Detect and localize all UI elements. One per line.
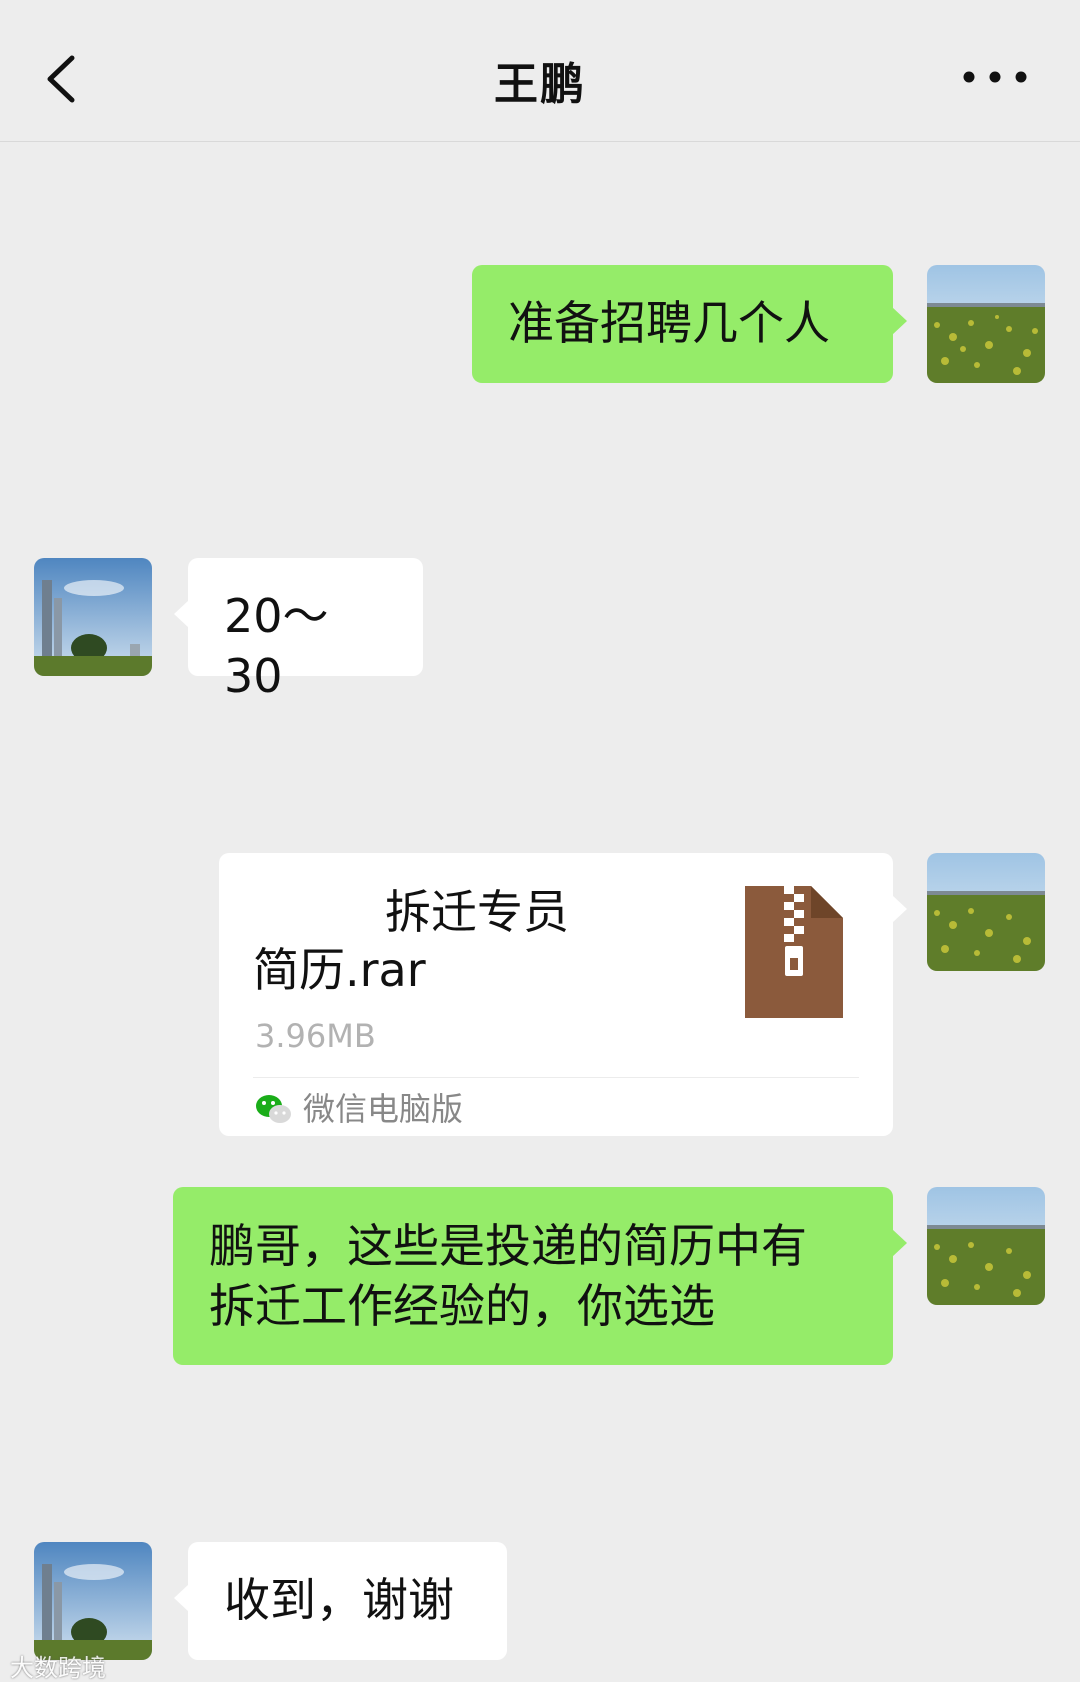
watermark: 大数跨境 (10, 1648, 106, 1682)
contact-avatar[interactable] (34, 558, 152, 676)
field-avatar-image (927, 853, 1045, 971)
my-avatar[interactable] (927, 1187, 1045, 1305)
field-avatar-image (927, 1187, 1045, 1305)
message-text: 20～30 (224, 589, 329, 703)
city-avatar-image (34, 558, 152, 676)
message-bubble-sent[interactable]: 鹏哥，这些是投递的简历中有 拆迁工作经验的，你选选 (173, 1187, 907, 1365)
file-name: 拆迁专员 简历.rar (253, 885, 569, 997)
file-source: 微信电脑版 (255, 1089, 463, 1129)
message-text-line: 鹏哥，这些是投递的简历中有 (209, 1219, 807, 1273)
message-bubble-received[interactable]: 收到，谢谢 (174, 1542, 507, 1660)
chat-screen: 王鹏 准备招聘几个人 20～30 拆迁专员 简历.rar 3.96MB 微信电脑… (0, 0, 1080, 1682)
message-text: 收到，谢谢 (224, 1573, 454, 1627)
contact-avatar[interactable] (34, 1542, 152, 1660)
page-title: 王鹏 (494, 59, 586, 110)
divider (253, 1077, 859, 1078)
chat-header: 王鹏 (0, 0, 1080, 142)
file-size: 3.96MB (255, 1017, 376, 1055)
message-bubble-received[interactable]: 20～30 (174, 558, 423, 703)
message-text: 准备招聘几个人 (508, 296, 830, 350)
watermark-text: 大数跨境 (10, 1654, 106, 1682)
message-text-line: 拆迁工作经验的，你选选 (209, 1279, 715, 1333)
field-avatar-image (927, 265, 1045, 383)
message-bubble-sent[interactable]: 准备招聘几个人 (472, 265, 907, 383)
my-avatar[interactable] (927, 853, 1045, 971)
wechat-icon (256, 1095, 291, 1123)
file-message-card[interactable]: 拆迁专员 简历.rar 3.96MB 微信电脑版 (219, 853, 907, 1136)
my-avatar[interactable] (927, 265, 1045, 383)
archive-file-icon (745, 886, 843, 1018)
more-button[interactable] (960, 62, 1030, 92)
more-dots-icon (963, 71, 1027, 83)
city-avatar-image (34, 1542, 152, 1660)
file-source-label: 微信电脑版 (303, 1090, 464, 1128)
